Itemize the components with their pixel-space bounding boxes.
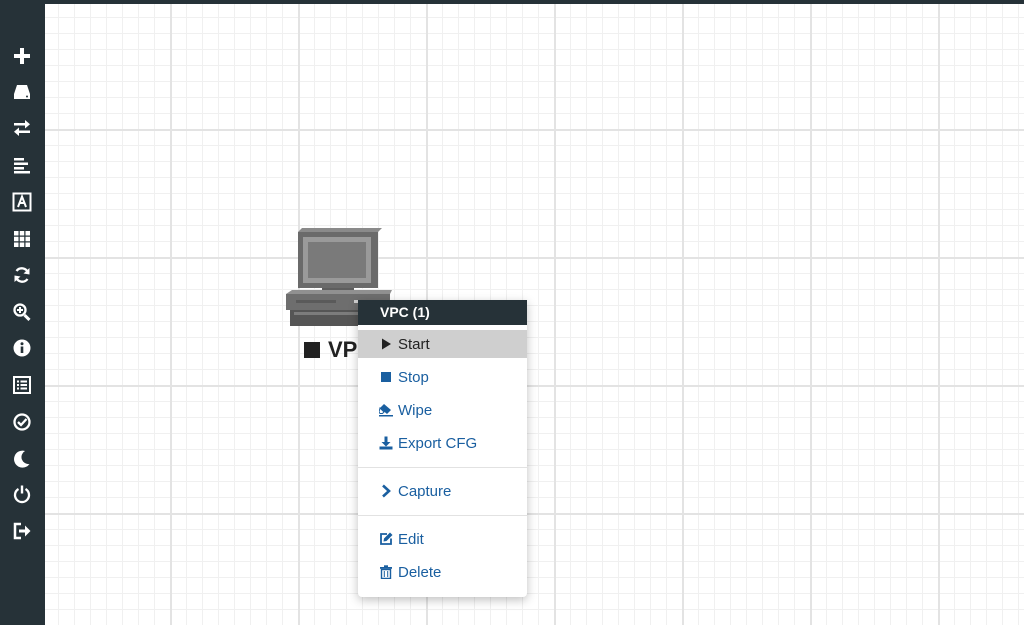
- topology-canvas[interactable]: [45, 4, 1024, 625]
- node-context-menu: VPC (1) Start Stop Wipe Export CFG Captu…: [358, 300, 527, 597]
- startup-config-button[interactable]: [7, 150, 37, 180]
- menu-item-label: Edit: [398, 530, 424, 548]
- menu-item-label: Stop: [398, 368, 429, 386]
- chevron-right-icon: [379, 484, 393, 498]
- list-icon: [13, 376, 31, 394]
- shutdown-button[interactable]: [7, 479, 37, 509]
- menu-item-delete[interactable]: Delete: [358, 558, 527, 586]
- grid-icon: [14, 231, 30, 247]
- menu-item-wipe[interactable]: Wipe: [358, 396, 527, 424]
- menu-item-edit[interactable]: Edit: [358, 525, 527, 553]
- zoom-in-icon: [13, 303, 31, 322]
- menu-item-label: Start: [398, 335, 430, 353]
- edit-icon: [379, 532, 393, 546]
- menu-item-label: Export CFG: [398, 434, 478, 452]
- play-icon: [379, 337, 393, 351]
- add-node-button[interactable]: [7, 41, 37, 71]
- align-left-icon: [14, 158, 30, 174]
- nodes-button[interactable]: [7, 77, 37, 107]
- download-icon: [379, 436, 393, 450]
- eraser-icon: [379, 403, 393, 417]
- context-menu-title: VPC (1): [358, 300, 527, 327]
- pictures-button[interactable]: [7, 224, 37, 254]
- moon-icon: [14, 450, 30, 468]
- stopped-status-icon: [304, 342, 320, 358]
- networks-button[interactable]: [7, 113, 37, 143]
- hard-drive-icon: [14, 85, 30, 99]
- node-label: VP: [304, 337, 357, 363]
- menu-divider: [358, 467, 527, 468]
- close-lab-button[interactable]: [7, 407, 37, 437]
- menu-item-start[interactable]: Start: [358, 330, 527, 358]
- check-circle-icon: [13, 413, 31, 431]
- menu-item-export-cfg[interactable]: Export CFG: [358, 429, 527, 457]
- dark-mode-button[interactable]: [7, 444, 37, 474]
- lab-details-button[interactable]: [7, 370, 37, 400]
- power-icon: [13, 485, 31, 504]
- exchange-icon: [14, 120, 30, 136]
- text-font-icon: [12, 192, 32, 212]
- trash-icon: [379, 565, 393, 579]
- menu-item-label: Wipe: [398, 401, 433, 419]
- refresh-button[interactable]: [7, 260, 37, 290]
- menu-item-stop[interactable]: Stop: [358, 363, 527, 391]
- status-button[interactable]: [7, 333, 37, 363]
- refresh-icon: [14, 267, 30, 283]
- logout-button[interactable]: [7, 516, 37, 546]
- plus-icon: [14, 48, 30, 64]
- text-button[interactable]: [7, 187, 37, 217]
- logout-icon: [13, 522, 31, 540]
- stop-icon: [379, 370, 393, 384]
- menu-item-capture[interactable]: Capture: [358, 477, 527, 505]
- zoom-button[interactable]: [7, 297, 37, 327]
- sidebar: [0, 4, 45, 625]
- menu-item-label: Capture: [398, 482, 452, 500]
- menu-divider: [358, 515, 527, 516]
- info-icon: [13, 339, 31, 357]
- node-name: VP: [328, 337, 358, 362]
- menu-item-label: Delete: [398, 563, 442, 581]
